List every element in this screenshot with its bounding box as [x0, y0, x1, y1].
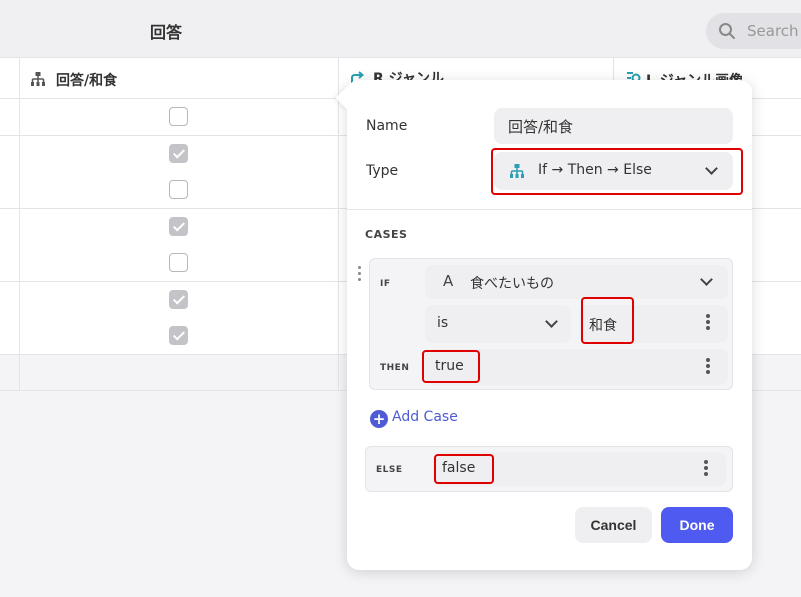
answer-cell[interactable]: [20, 172, 339, 208]
operator-select[interactable]: is: [425, 305, 571, 343]
row-number-cell: [0, 209, 20, 245]
page-title: 回答: [150, 23, 183, 42]
more-options-icon[interactable]: [706, 314, 710, 332]
column-editor-popover: Name 回答/和食 Type If → Then → Else CASES I…: [335, 80, 752, 570]
drag-handle-icon[interactable]: [358, 266, 362, 284]
type-select[interactable]: If → Then → Else: [494, 152, 733, 190]
chevron-down-icon: [705, 162, 718, 175]
name-label: Name: [366, 118, 408, 134]
chevron-down-icon: [545, 315, 558, 328]
then-value: true: [435, 358, 464, 374]
search-placeholder: Search: [747, 22, 799, 40]
checkbox[interactable]: [169, 144, 188, 163]
top-bar: 回答 Search: [0, 0, 801, 58]
row-number-cell: [0, 282, 20, 318]
cancel-button[interactable]: Cancel: [575, 507, 652, 543]
divider: [347, 209, 752, 210]
checkbox[interactable]: [169, 290, 188, 309]
column-header-answer[interactable]: 回答/和食: [20, 58, 339, 99]
chevron-down-icon: [700, 273, 713, 286]
checkbox[interactable]: [169, 253, 188, 272]
row-number-cell: [0, 172, 20, 208]
row-number-header: [0, 58, 20, 99]
text-column-icon: A: [443, 272, 454, 290]
answer-cell[interactable]: [20, 99, 339, 135]
name-input[interactable]: 回答/和食: [494, 108, 733, 144]
compare-value-input[interactable]: 和食: [579, 305, 728, 343]
if-column-value: 食べたいもの: [470, 276, 554, 292]
answer-cell[interactable]: [20, 318, 339, 354]
footer-cell: [20, 355, 339, 390]
if-then-else-icon: [31, 72, 45, 86]
then-value-input[interactable]: true: [425, 349, 728, 385]
else-card: ELSE false: [365, 446, 733, 492]
answer-cell[interactable]: [20, 209, 339, 245]
case-card: IF A 食べたいもの is 和食 THEN true: [369, 258, 733, 390]
else-value-input[interactable]: false: [433, 452, 726, 486]
checkbox[interactable]: [169, 326, 188, 345]
plus-circle-icon: +: [370, 410, 388, 428]
type-select-value: If → Then → Else: [538, 162, 652, 178]
if-then-else-icon: [510, 164, 524, 178]
if-label: IF: [380, 279, 391, 289]
more-options-icon[interactable]: [704, 460, 708, 478]
else-value: false: [442, 460, 476, 476]
add-case-label: Add Case: [392, 409, 458, 425]
checkbox[interactable]: [169, 180, 188, 199]
operator-value: is: [437, 315, 449, 331]
compare-value: 和食: [589, 318, 617, 334]
search-input[interactable]: Search: [706, 13, 801, 49]
footer-cell: [0, 355, 20, 390]
row-number-cell: [0, 245, 20, 281]
answer-cell[interactable]: [20, 245, 339, 281]
more-options-icon[interactable]: [706, 358, 710, 376]
answer-cell[interactable]: [20, 136, 339, 172]
row-number-cell: [0, 318, 20, 354]
cases-heading: CASES: [365, 228, 408, 241]
checkbox[interactable]: [169, 107, 188, 126]
row-number-cell: [0, 136, 20, 172]
done-button[interactable]: Done: [661, 507, 733, 543]
name-input-value: 回答/和食: [508, 118, 574, 136]
else-label: ELSE: [376, 465, 403, 475]
then-label: THEN: [380, 363, 410, 373]
column-header-label: 回答/和食: [56, 73, 118, 89]
if-column-select[interactable]: A 食べたいもの: [425, 265, 728, 299]
answer-cell[interactable]: [20, 282, 339, 318]
row-number-cell: [0, 99, 20, 135]
type-label: Type: [366, 163, 399, 179]
add-case-button[interactable]: + Add Case: [370, 409, 458, 428]
search-icon: [719, 23, 735, 39]
checkbox[interactable]: [169, 217, 188, 236]
